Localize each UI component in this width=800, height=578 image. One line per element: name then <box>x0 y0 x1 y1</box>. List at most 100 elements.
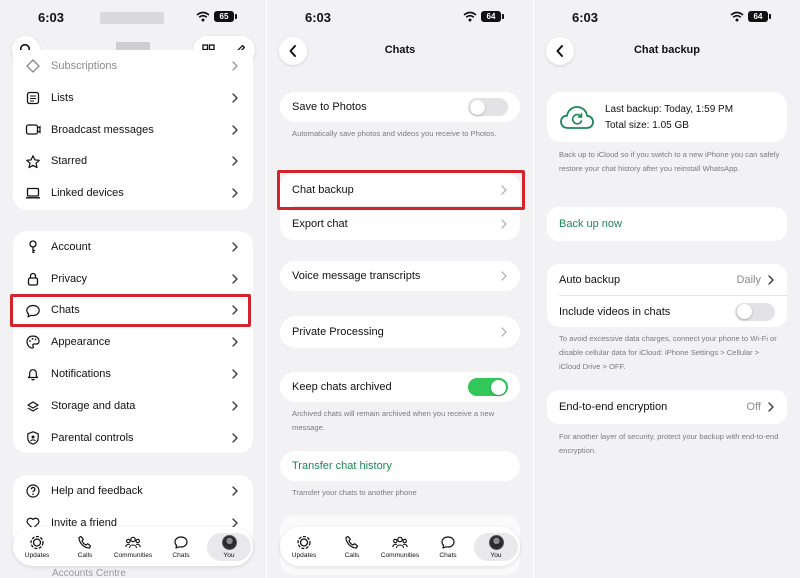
chevron-right-icon <box>231 486 239 496</box>
save-to-photos-card: Save to Photos <box>280 92 520 122</box>
settings-item-linked-devices[interactable]: Linked devices <box>13 177 253 209</box>
tab-bar: Updates Calls Communities Chats You <box>280 527 520 566</box>
settings-item-storage[interactable]: Storage and data <box>13 390 253 422</box>
export-chat-row[interactable]: Export chat <box>280 207 520 240</box>
blurred-name <box>100 12 164 24</box>
tab-calls[interactable]: Calls <box>63 535 107 559</box>
settings-item-help[interactable]: Help and feedback <box>13 475 253 507</box>
tab-chats[interactable]: Chats <box>159 535 203 559</box>
e2e-row[interactable]: End-to-end encryption Off <box>547 390 787 424</box>
save-to-photos-toggle[interactable] <box>468 98 508 116</box>
settings-panel: 6:03 65 Subscriptions Lists Broadcast me… <box>0 0 266 578</box>
e2e-card: End-to-end encryption Off <box>547 390 787 424</box>
chat-backup-panel: 6:03 64 Chat backup Last backup: Today, … <box>534 0 800 578</box>
accounts-centre-label[interactable]: Accounts Centre <box>52 568 126 578</box>
lock-icon <box>27 272 39 286</box>
e2e-value: Off <box>746 401 761 413</box>
phone-icon <box>78 535 92 549</box>
save-to-photos-note: Automatically save photos and videos you… <box>292 129 497 138</box>
back-up-now-card: Back up now <box>547 207 787 241</box>
battery-icon: 65 <box>214 11 237 22</box>
status-bar: 6:03 64 <box>534 0 800 34</box>
settings-item-privacy[interactable]: Privacy <box>13 263 253 295</box>
chevron-right-icon <box>231 242 239 252</box>
status-bar: 6:03 64 <box>267 0 533 34</box>
wifi-icon <box>730 11 744 22</box>
tab-communities[interactable]: Communities <box>378 535 422 559</box>
chevron-right-icon <box>231 93 239 103</box>
chevron-right-icon <box>500 271 508 281</box>
chevron-right-icon <box>767 402 775 412</box>
settings-item-starred[interactable]: Starred <box>13 146 253 178</box>
chevron-right-icon <box>231 401 239 411</box>
settings-item-notifications[interactable]: Notifications <box>13 358 253 390</box>
tab-updates[interactable]: Updates <box>15 535 59 559</box>
tab-calls[interactable]: Calls <box>330 535 374 559</box>
avatar <box>221 534 237 550</box>
tab-updates[interactable]: Updates <box>282 535 326 559</box>
last-backup-text: Last backup: Today, 1:59 PM <box>605 104 734 115</box>
avatar <box>488 534 504 550</box>
backup-status-card: Last backup: Today, 1:59 PM Total size: … <box>547 92 787 142</box>
tab-you[interactable]: You <box>207 532 251 561</box>
auto-backup-value: Daily <box>736 273 761 286</box>
keep-archived-note: Archived chats will remain archived when… <box>292 409 495 432</box>
settings-item-broadcast[interactable]: Broadcast messages <box>13 114 253 146</box>
status-bar: 6:03 65 <box>0 0 266 34</box>
chevron-right-icon <box>231 274 239 284</box>
voice-transcripts-row[interactable]: Voice message transcripts <box>280 261 520 291</box>
battery-icon: 64 <box>748 11 771 22</box>
settings-item-parental-controls[interactable]: Parental controls <box>13 422 253 454</box>
tab-chats[interactable]: Chats <box>426 535 470 559</box>
chats-icon <box>441 535 455 549</box>
wifi-icon <box>463 11 477 22</box>
keep-archived-toggle[interactable] <box>468 378 508 396</box>
settings-item-appearance[interactable]: Appearance <box>13 326 253 358</box>
transfer-history-row[interactable]: Transfer chat history <box>280 451 520 481</box>
shield-icon <box>27 430 39 445</box>
settings-item-subscriptions[interactable]: Subscriptions <box>13 50 253 82</box>
settings-item-lists[interactable]: Lists <box>13 82 253 114</box>
chevron-right-icon <box>231 369 239 379</box>
page-title: Chat backup <box>633 44 700 56</box>
include-videos-toggle[interactable] <box>735 302 775 321</box>
bell-icon <box>27 369 39 381</box>
total-size-text: Total size: 1.05 GB <box>605 120 689 131</box>
highlight-chat-backup <box>277 170 525 210</box>
chevron-right-icon <box>500 327 508 337</box>
settings-item-account[interactable]: Account <box>13 231 253 263</box>
chevron-right-icon <box>231 125 239 135</box>
include-videos-row: Include videos in chats <box>547 296 787 327</box>
save-to-photos-row: Save to Photos <box>280 92 520 122</box>
chevron-right-icon <box>767 275 775 285</box>
transfer-note: Transfer your chats to another phone <box>292 488 417 497</box>
status-time: 6:03 <box>38 10 65 25</box>
tab-you[interactable]: You <box>474 532 518 561</box>
communities-icon <box>125 536 141 548</box>
tab-communities[interactable]: Communities <box>111 535 155 559</box>
battery-icon: 64 <box>481 11 504 22</box>
backup-info: Last backup: Today, 1:59 PM Total size: … <box>605 102 733 134</box>
star-icon <box>26 154 40 168</box>
data-charges-note: To avoid excessive data charges, connect… <box>559 334 777 371</box>
chevron-right-icon <box>231 61 239 71</box>
back-up-now-button[interactable]: Back up now <box>547 207 787 241</box>
highlight-chats <box>10 294 251 327</box>
chevron-right-icon <box>231 433 239 443</box>
laptop-icon <box>26 188 40 199</box>
settings-top-card: Subscriptions Lists Broadcast messages S… <box>13 50 253 210</box>
chevron-right-icon <box>231 188 239 198</box>
storage-icon <box>27 401 39 412</box>
private-processing-card: Private Processing <box>280 316 520 348</box>
lists-icon <box>26 91 40 105</box>
keep-archived-card: Keep chats archived <box>280 372 520 402</box>
status-time: 6:03 <box>305 10 332 25</box>
phone-icon <box>345 535 359 549</box>
communities-icon <box>392 536 408 548</box>
private-processing-row[interactable]: Private Processing <box>280 316 520 348</box>
auto-backup-row[interactable]: Auto backup Daily <box>547 264 787 295</box>
key-icon <box>29 240 37 254</box>
transfer-history-card: Transfer chat history <box>280 451 520 481</box>
chats-settings-panel: 6:03 64 Chats Save to Photos Automatical… <box>267 0 533 578</box>
cloud-sync-icon <box>560 106 594 129</box>
